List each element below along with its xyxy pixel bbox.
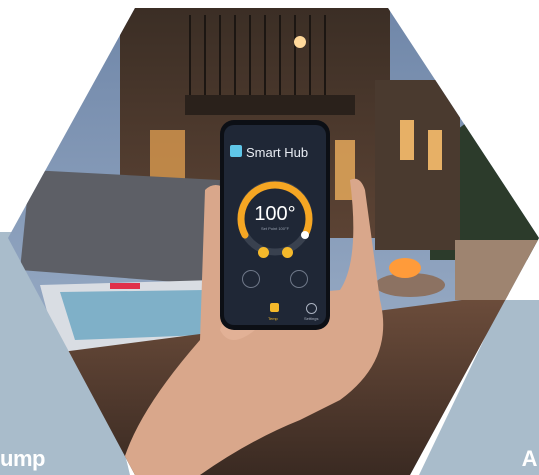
light-bulb-icon[interactable] bbox=[242, 270, 260, 288]
tab-temp-label: Temp bbox=[268, 316, 278, 321]
right-caption: A bbox=[521, 446, 538, 471]
increase-temp-button[interactable] bbox=[282, 247, 293, 258]
gear-icon[interactable] bbox=[306, 303, 317, 314]
thermometer-icon[interactable] bbox=[270, 303, 279, 312]
marketing-image: Smart Hub 100° Set Point 100°F Temp Sett… bbox=[0, 0, 539, 475]
set-point-label: Set Point 100°F bbox=[260, 226, 290, 231]
decrease-temp-button[interactable] bbox=[258, 247, 269, 258]
smart-hub-logo-icon bbox=[230, 145, 242, 157]
speed-gauge-icon[interactable] bbox=[290, 270, 308, 288]
left-caption: ump bbox=[0, 446, 45, 471]
app-title: Smart Hub bbox=[246, 145, 309, 160]
temperature-value: 100° bbox=[254, 203, 296, 225]
tab-settings-label: Settings bbox=[304, 316, 319, 321]
phone-screen: Smart Hub 100° Set Point 100°F Temp Sett… bbox=[224, 125, 326, 325]
